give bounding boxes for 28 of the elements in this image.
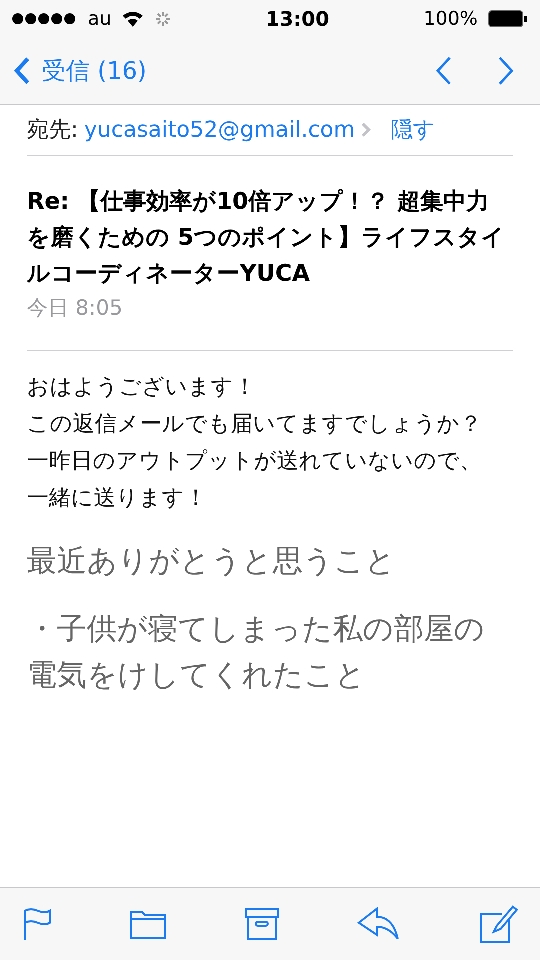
hide-link[interactable]: 隠す — [391, 115, 436, 145]
battery-icon — [488, 10, 528, 28]
status-time: 13:00 — [264, 7, 331, 31]
chevron-icon — [361, 122, 372, 138]
recipient-address[interactable]: yucasaito52@gmail.com — [84, 118, 356, 142]
body-heading: 最近ありがとうと思うこと — [27, 543, 397, 581]
archive-box-icon[interactable] — [244, 907, 280, 941]
folder-icon[interactable] — [129, 908, 167, 940]
previous-icon[interactable] — [436, 56, 452, 86]
body-text: おはようございます！ — [27, 374, 257, 402]
carrier-name: au — [88, 8, 112, 30]
back-chevron-icon — [14, 57, 30, 85]
signal-icon — [12, 13, 78, 25]
compose-icon[interactable] — [478, 904, 518, 944]
body-text: この返信メールでも届いてますでしょうか？ — [27, 411, 483, 439]
body-text: 一昨日のアウトプットが送れていないので、 — [27, 448, 483, 476]
battery-percent: 100% — [424, 8, 478, 30]
email-date: 今日 8:05 — [27, 294, 513, 351]
body-text: 一緒に送ります！ — [27, 485, 208, 513]
recipient-label: 宛先: — [27, 117, 78, 145]
activity-icon — [154, 10, 172, 28]
back-button[interactable]: 受信 (16) — [14, 55, 436, 87]
wifi-icon — [122, 11, 144, 27]
flag-icon[interactable] — [22, 907, 52, 941]
reply-icon[interactable] — [357, 907, 401, 941]
next-icon[interactable] — [498, 56, 514, 86]
email-subject: Re: 【仕事効率が10倍アップ！？ 超集中力を磨くための 5つのポイント】ライフスタイルコーディネーターYUCA — [27, 188, 506, 289]
body-heading: ・子供が寝てしまった私の部屋の電気をけしてくれたこと — [27, 611, 486, 695]
